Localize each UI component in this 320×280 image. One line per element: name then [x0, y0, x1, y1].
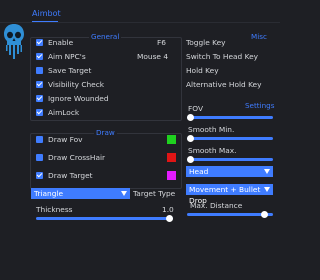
thickness-value: 1.0: [162, 205, 174, 214]
enable-hotkey[interactable]: F6: [157, 39, 166, 47]
smooth-max-slider-knob[interactable]: [187, 156, 194, 163]
draw-fov-color-swatch[interactable]: [167, 135, 176, 144]
enable-label: Enable: [48, 38, 74, 47]
toggle-key-label[interactable]: Toggle Key: [186, 39, 226, 47]
ignore-wounded-checkbox[interactable]: [36, 95, 43, 102]
save-target-label: Save Target: [48, 66, 92, 75]
aim-npcs-hotkey[interactable]: Mouse 4: [137, 53, 168, 61]
switch-to-head-key-label[interactable]: Switch To Head Key: [186, 53, 258, 61]
fov-slider[interactable]: [187, 116, 273, 119]
prediction-dropdown[interactable]: Movement + Bullet Drop: [186, 184, 273, 205]
thickness-slider-knob[interactable]: [166, 215, 173, 222]
draw-target-checkbox[interactable]: [36, 172, 43, 179]
smooth-max-label: Smooth Max.: [188, 146, 237, 155]
skull-logo-icon: [4, 24, 24, 59]
aim-npcs-label: Aim NPC's: [48, 52, 86, 61]
draw-target-label: Draw Target: [48, 171, 93, 180]
active-tab-indicator: [32, 21, 58, 22]
draw-fov-checkbox[interactable]: [36, 136, 43, 143]
fov-slider-knob[interactable]: [187, 114, 194, 121]
draw-panel-title: Draw: [94, 128, 117, 137]
draw-crosshair-label: Draw CrossHair: [48, 153, 106, 162]
hold-key-label[interactable]: Hold Key: [186, 67, 219, 75]
draw-fov-label: Draw Fov: [48, 135, 83, 144]
chevron-down-icon: [121, 191, 127, 196]
tab-aimbot[interactable]: Aimbot: [32, 10, 61, 18]
draw-crosshair-color-swatch[interactable]: [167, 153, 176, 162]
max-distance-slider-knob[interactable]: [261, 211, 268, 218]
thickness-slider[interactable]: [36, 217, 173, 220]
target-type-dropdown[interactable]: Triangle: [31, 188, 130, 199]
bone-dropdown[interactable]: Head: [186, 166, 273, 177]
visibility-check-label: Visibility Check: [48, 80, 105, 89]
draw-crosshair-checkbox[interactable]: [36, 154, 43, 161]
aimlock-checkbox[interactable]: [36, 109, 43, 116]
target-type-dropdown-value: Triangle: [34, 189, 64, 198]
smooth-min-slider-knob[interactable]: [187, 135, 194, 142]
bone-dropdown-value: Head: [189, 167, 209, 176]
aim-npcs-checkbox[interactable]: [36, 53, 43, 60]
enable-checkbox[interactable]: [36, 39, 43, 46]
visibility-check-checkbox[interactable]: [36, 81, 43, 88]
fov-label: FOV: [188, 104, 203, 113]
ignore-wounded-label: Ignore Wounded: [48, 94, 109, 103]
misc-panel-title: Misc: [249, 32, 269, 41]
smooth-min-slider[interactable]: [187, 137, 273, 140]
general-panel-title: General: [89, 32, 122, 41]
max-distance-label: Max. Distance: [190, 201, 243, 210]
chevron-down-icon: [264, 169, 270, 174]
aimlock-label: AimLock: [48, 108, 80, 117]
target-type-label: Target Type: [133, 189, 176, 198]
thickness-label: Thickness: [36, 205, 73, 214]
smooth-min-label: Smooth Min.: [188, 125, 235, 134]
smooth-max-slider[interactable]: [187, 158, 273, 161]
draw-target-color-swatch[interactable]: [167, 171, 176, 180]
alternative-hold-key-label[interactable]: Alternative Hold Key: [186, 81, 261, 89]
save-target-checkbox[interactable]: [36, 67, 43, 74]
chevron-down-icon: [264, 187, 270, 192]
tab-bar-divider: [0, 22, 280, 23]
settings-panel-title: Settings: [243, 101, 277, 110]
